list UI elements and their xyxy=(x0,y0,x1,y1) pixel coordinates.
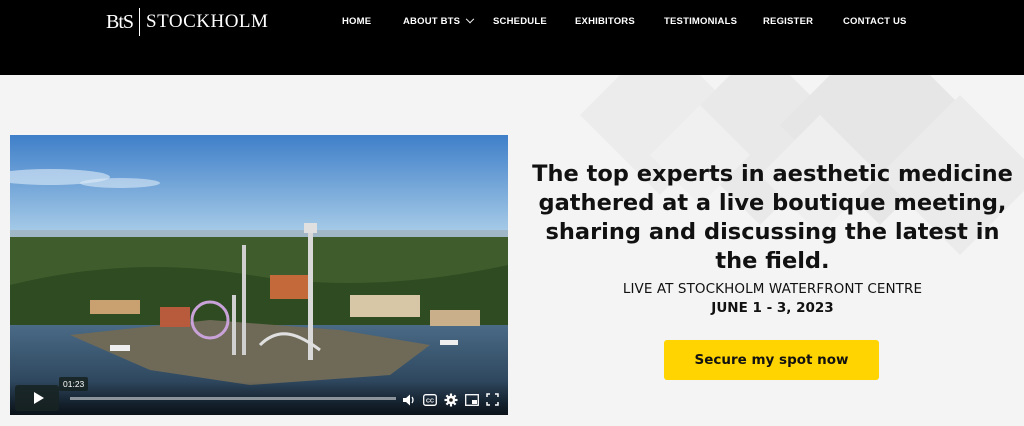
event-dates: JUNE 1 - 3, 2023 xyxy=(711,300,834,316)
hero-headline: The top experts in aesthetic medicine ga… xyxy=(532,161,1013,274)
nav-contact-us[interactable]: CONTACT US xyxy=(843,16,907,27)
nav-schedule[interactable]: SCHEDULE xyxy=(493,16,547,27)
video-player[interactable]: 01:23 CC xyxy=(10,135,508,415)
logo-mark: BtS xyxy=(106,10,134,33)
logo-divider xyxy=(139,8,141,36)
nav-testimonials[interactable]: TESTIMONIALS xyxy=(664,16,737,27)
nav-about-bts[interactable]: ABOUT BTS xyxy=(403,14,475,27)
nav-home-label: HOME xyxy=(342,16,372,27)
nav-schedule-label: SCHEDULE xyxy=(493,16,547,27)
play-button[interactable] xyxy=(15,385,59,411)
secure-spot-button[interactable]: Secure my spot now xyxy=(664,340,879,380)
settings-icon[interactable] xyxy=(443,392,458,407)
nav-exhibitors[interactable]: EXHIBITORS xyxy=(575,16,635,27)
fullscreen-icon[interactable] xyxy=(485,392,500,407)
chevron-down-icon xyxy=(465,14,475,23)
site-logo[interactable]: BtS STOCKHOLM xyxy=(106,7,268,37)
nav-register-label: REGISTER xyxy=(763,16,814,27)
nav-contact-label: CONTACT US xyxy=(843,16,907,27)
video-time-badge: 01:23 xyxy=(59,377,89,391)
video-thumbnail xyxy=(10,135,508,415)
pip-icon[interactable] xyxy=(464,392,479,407)
volume-icon[interactable] xyxy=(401,392,416,407)
nav-exhibitors-label: EXHIBITORS xyxy=(575,16,635,27)
event-venue: LIVE AT STOCKHOLM WATERFRONT CENTRE xyxy=(622,281,923,297)
video-controls-bar: 01:23 CC xyxy=(10,377,508,415)
top-navigation-bar: BtS STOCKHOLM HOME ABOUT BTS SCHEDULE EX… xyxy=(0,0,1024,75)
nav-about-label: ABOUT BTS xyxy=(403,16,461,27)
nav-register[interactable]: REGISTER xyxy=(763,16,813,27)
video-progress-bar[interactable] xyxy=(70,397,396,400)
nav-testimonials-label: TESTIMONIALS xyxy=(664,16,738,27)
svg-text:CC: CC xyxy=(426,398,434,404)
play-icon xyxy=(33,392,44,404)
logo-text: STOCKHOLM xyxy=(146,11,269,32)
captions-icon[interactable]: CC xyxy=(422,392,437,407)
nav-home[interactable]: HOME xyxy=(342,16,371,27)
